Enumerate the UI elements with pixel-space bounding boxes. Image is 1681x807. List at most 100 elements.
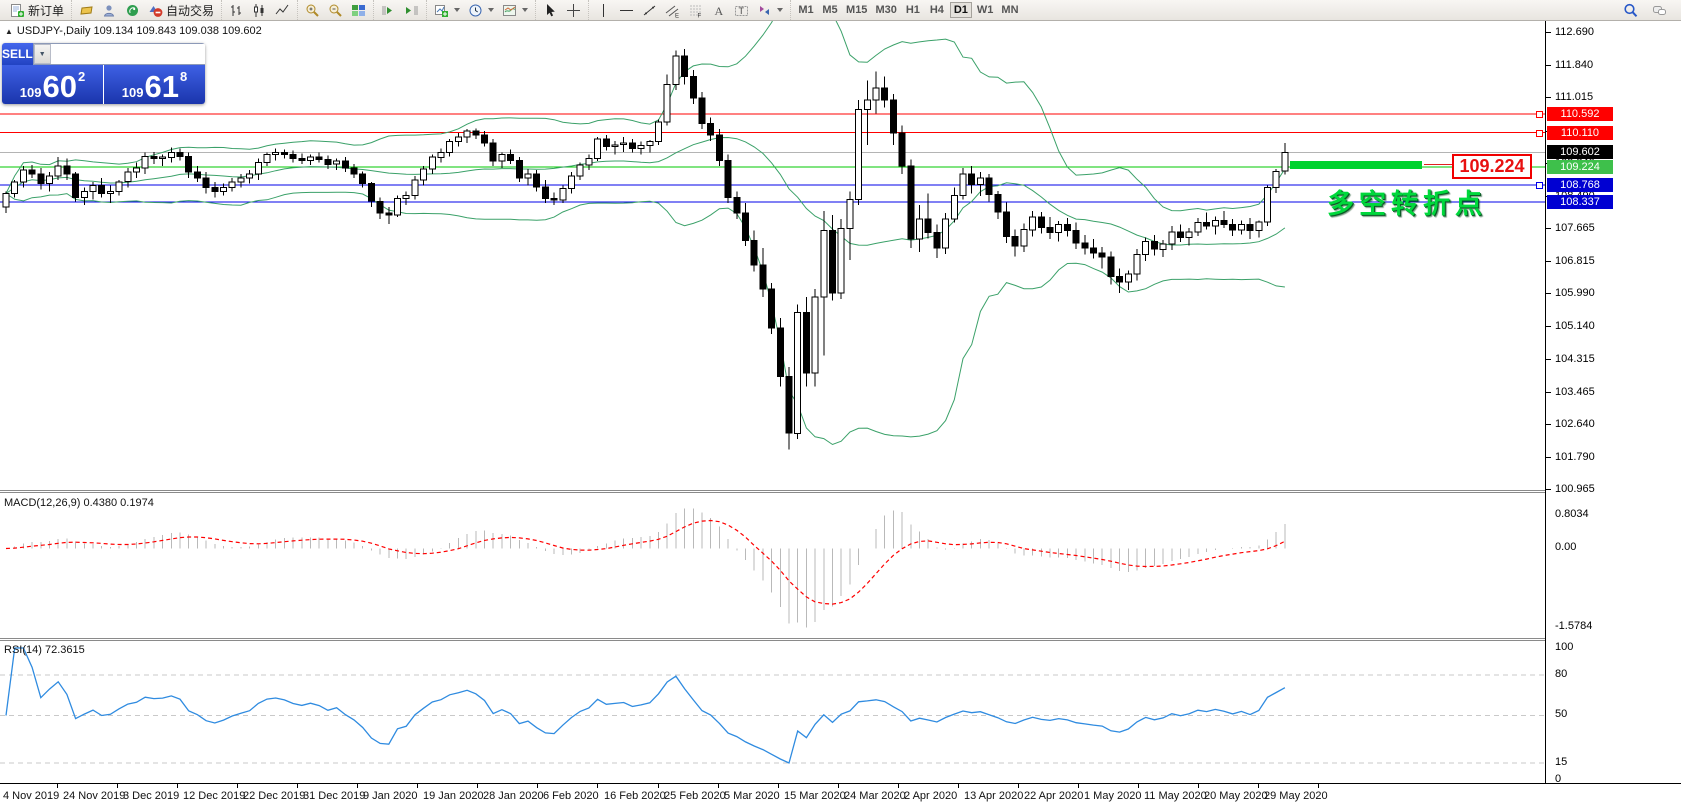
date-label: 31 Dec 2019 xyxy=(303,790,365,802)
chat-button[interactable] xyxy=(1649,1,1670,19)
arrows-button[interactable] xyxy=(754,1,786,19)
macd-pane[interactable] xyxy=(0,494,1545,638)
date-tick xyxy=(718,784,719,788)
equidistant-channel-button[interactable]: E xyxy=(662,1,683,19)
arrows-icon xyxy=(757,3,772,18)
profiles-button[interactable] xyxy=(76,1,97,19)
level-axis-label: 109.224 xyxy=(1547,160,1613,174)
chevron-down-icon xyxy=(454,8,460,12)
vertical-line-icon xyxy=(596,3,611,18)
fibonacci-icon: F xyxy=(688,3,703,18)
date-tick xyxy=(57,784,58,788)
price-tick-label: 107.665 xyxy=(1555,222,1595,234)
date-tick xyxy=(898,784,899,788)
svg-text:F: F xyxy=(698,13,702,18)
date-tick xyxy=(958,784,959,788)
sell-price-button[interactable]: 109602 xyxy=(2,65,103,104)
zoom-out-button[interactable] xyxy=(325,1,346,19)
chart-shift-button[interactable] xyxy=(401,1,422,19)
date-tick xyxy=(1138,784,1139,788)
bar-chart-icon xyxy=(229,3,244,18)
auto-trading-button[interactable]: 自动交易 xyxy=(145,1,217,19)
pane-separator[interactable] xyxy=(0,490,1681,493)
date-tick xyxy=(1198,784,1199,788)
price-tick xyxy=(1546,65,1551,66)
timeframe-m5[interactable]: M5 xyxy=(819,2,841,18)
level-price-label[interactable]: 109.224 xyxy=(1452,154,1532,179)
date-label: 1 May 2020 xyxy=(1084,790,1141,802)
level-axis-label: 110.592 xyxy=(1547,107,1613,121)
date-tick xyxy=(357,784,358,788)
crosshair-button[interactable] xyxy=(563,1,584,19)
timeframe-h1[interactable]: H1 xyxy=(902,2,924,18)
buy-price-big: 61 xyxy=(144,72,178,101)
auto-scroll-button[interactable] xyxy=(378,1,399,19)
periods-icon xyxy=(468,3,483,18)
date-label: 2 Apr 2020 xyxy=(904,790,957,802)
price-tick-label: 106.815 xyxy=(1555,255,1595,267)
auto-trading-icon xyxy=(148,3,163,18)
periods-button[interactable] xyxy=(465,1,497,19)
line-handle[interactable] xyxy=(1536,130,1543,137)
trendline-button[interactable] xyxy=(639,1,660,19)
timeframe-mn[interactable]: MN xyxy=(998,2,1021,18)
date-tick xyxy=(838,784,839,788)
cursor-button[interactable] xyxy=(540,1,561,19)
candlestick-chart-button[interactable] xyxy=(249,1,270,19)
templates-button[interactable] xyxy=(499,1,531,19)
volume-decrease-button[interactable]: ▼ xyxy=(34,44,51,64)
date-axis[interactable]: 4 Nov 201924 Nov 20193 Dec 201912 Dec 20… xyxy=(0,783,1681,807)
bar-chart-button[interactable] xyxy=(226,1,247,19)
auto-scroll-icon xyxy=(381,3,396,18)
signals-button[interactable] xyxy=(122,1,143,19)
date-label: 24 Mar 2020 xyxy=(844,790,906,802)
timeframe-h4[interactable]: H4 xyxy=(926,2,948,18)
sell-button[interactable]: SELL xyxy=(2,43,33,65)
profiles-icon xyxy=(79,3,94,18)
turning-point-annotation[interactable]: 多空转折点 xyxy=(1327,182,1487,221)
search-button[interactable] xyxy=(1620,1,1641,19)
buy-price-button[interactable]: 109618 xyxy=(104,65,205,104)
price-tick xyxy=(1546,228,1551,229)
new-order-button[interactable]: 新订单 xyxy=(7,1,67,19)
pane-separator[interactable] xyxy=(0,638,1681,641)
rsi-axis-label: 80 xyxy=(1555,668,1567,680)
rsi-pane[interactable] xyxy=(0,641,1545,783)
search-icon xyxy=(1623,3,1638,18)
fibonacci-button[interactable]: F xyxy=(685,1,706,19)
date-tick xyxy=(1258,784,1259,788)
tile-windows-button[interactable] xyxy=(348,1,369,19)
timeframe-m15[interactable]: M15 xyxy=(843,2,870,18)
community-button[interactable] xyxy=(99,1,120,19)
text-button[interactable]: A xyxy=(708,1,729,19)
main-chart[interactable] xyxy=(0,21,1545,491)
svg-text:A: A xyxy=(715,4,724,18)
line-handle[interactable] xyxy=(1536,111,1543,118)
new-chart-button[interactable] xyxy=(431,1,463,19)
text-label-button[interactable]: T xyxy=(731,1,752,19)
price-tick-label: 112.690 xyxy=(1555,26,1594,38)
horizontal-line-button[interactable] xyxy=(616,1,637,19)
timeframe-m30[interactable]: M30 xyxy=(872,2,899,18)
horizontal-line-icon xyxy=(619,3,634,18)
line-chart-button[interactable] xyxy=(272,1,293,19)
timeframe-m1[interactable]: M1 xyxy=(795,2,817,18)
svg-text:E: E xyxy=(675,13,679,18)
price-axis[interactable]: 112.690111.840111.015110.165109.340108.4… xyxy=(1545,21,1681,783)
price-tick-label: 105.140 xyxy=(1555,320,1595,332)
line-handle[interactable] xyxy=(1536,182,1543,189)
highlight-bar-object[interactable] xyxy=(1290,161,1422,169)
templates-icon xyxy=(502,3,517,18)
timeframe-d1[interactable]: D1 xyxy=(950,2,972,18)
date-tick xyxy=(658,784,659,788)
zoom-in-button[interactable] xyxy=(302,1,323,19)
date-tick xyxy=(417,784,418,788)
date-tick xyxy=(1078,784,1079,788)
timeframe-w1[interactable]: W1 xyxy=(974,2,997,18)
community-icon xyxy=(102,3,117,18)
volume-input[interactable] xyxy=(51,44,205,64)
vertical-line-button[interactable] xyxy=(593,1,614,19)
toolbar: 新订单 自动交易 E F A T xyxy=(0,0,1681,21)
date-label: 3 Dec 2019 xyxy=(123,790,179,802)
candlestick-chart-icon xyxy=(252,3,267,18)
